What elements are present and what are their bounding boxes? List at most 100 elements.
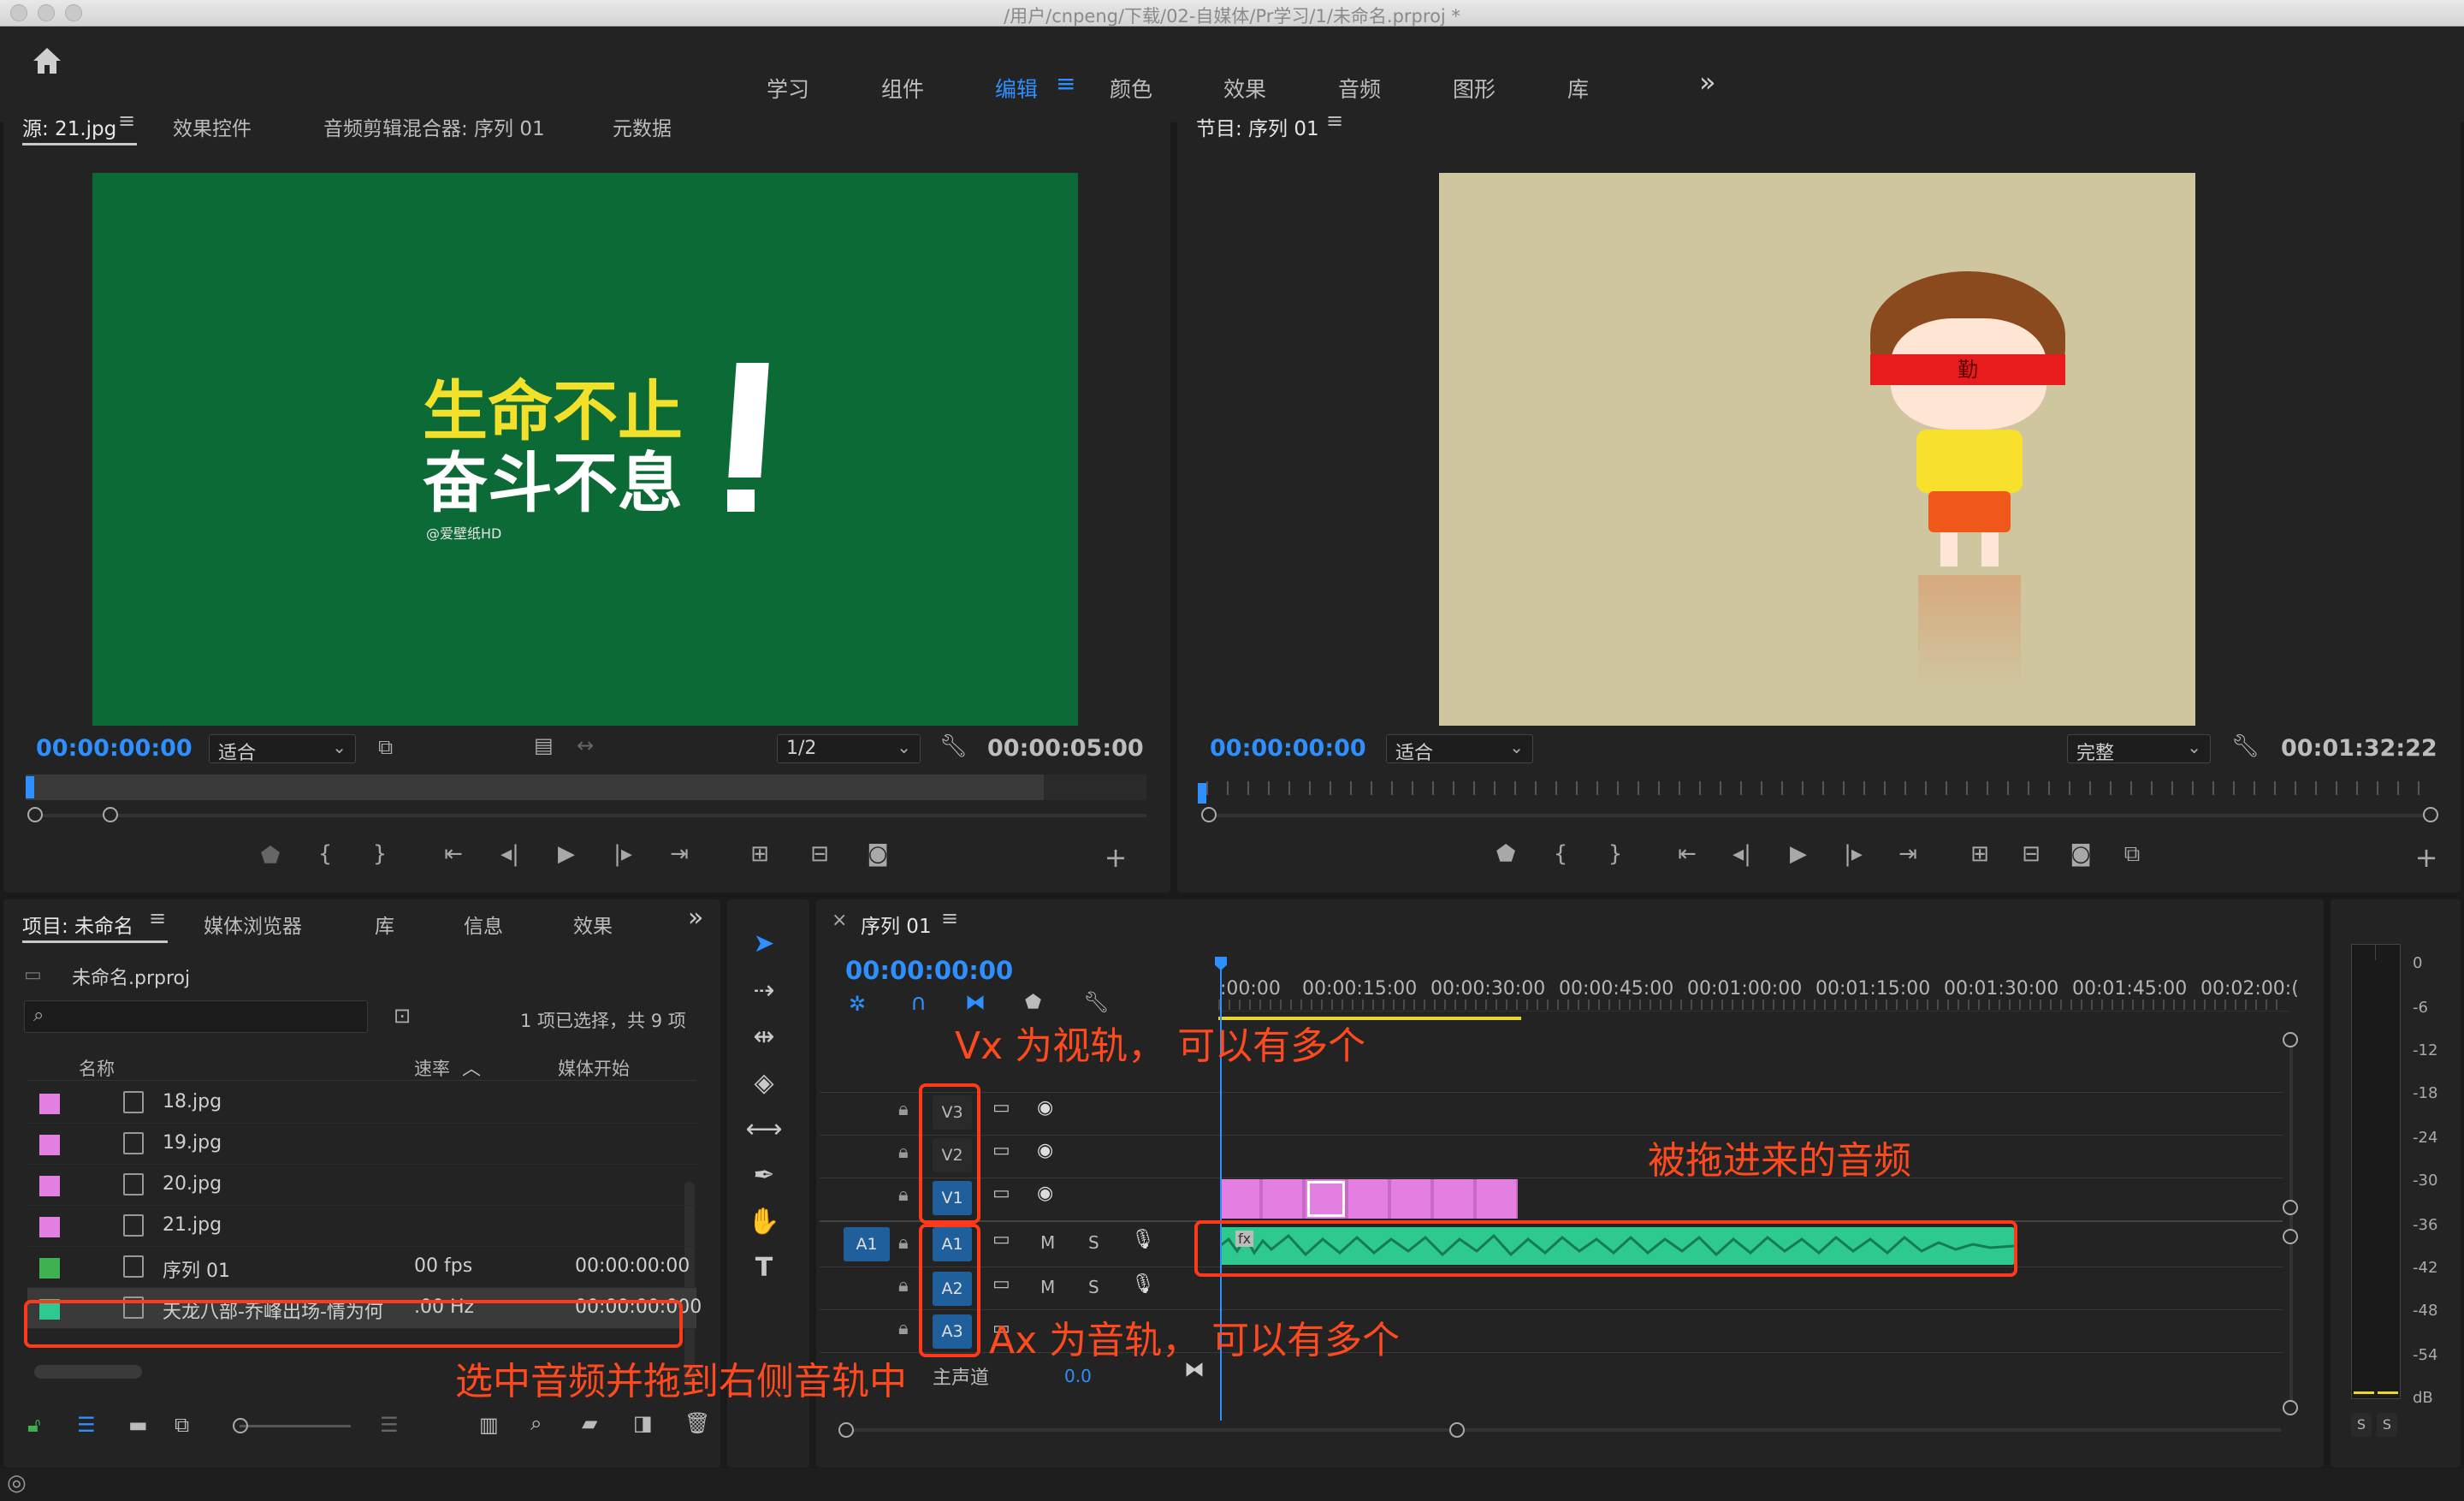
panel-menu-icon[interactable]: ≡ [941,906,958,930]
timeline-timecode[interactable]: 00:00:00:00 [845,956,1013,985]
lock-icon[interactable]: 🔒︎ [898,1318,909,1339]
creative-cloud-icon[interactable]: ◎ [7,1470,27,1496]
new-bin-icon[interactable]: ▰ [582,1411,597,1435]
track-select-tool-icon[interactable]: ⇢ [741,976,787,1018]
add-button-icon[interactable]: + [1099,841,1133,874]
source-patch-a1[interactable]: A1 [844,1227,890,1261]
vertical-zoom-bar[interactable] [2289,1041,2293,1414]
add-button-icon[interactable]: + [2409,841,2443,874]
workspace-overflow-icon[interactable]: » [1699,66,1716,98]
snap-icon[interactable]: ∩ [910,990,927,1016]
source-playhead[interactable] [26,776,34,798]
column-rate[interactable]: 速率 [414,1055,450,1081]
export-frame-icon[interactable]: ▤ [534,733,554,757]
program-ruler[interactable] [1206,781,2430,795]
camera-icon[interactable]: ◙ [861,841,895,867]
step-back-icon[interactable]: ◂| [493,841,527,867]
label-color-swatch[interactable] [39,1176,60,1196]
extract-icon[interactable]: ⊟ [2014,841,2048,867]
label-color-swatch[interactable] [39,1094,60,1114]
lock-icon[interactable]: 🔒︎ [898,1142,909,1163]
source-fit-dropdown[interactable]: 适合 ⌄ [209,734,356,764]
lock-icon[interactable]: 🔒︎ [898,1232,909,1254]
sync-lock-icon[interactable]: ▭ [992,1140,1010,1161]
video-clips-v1[interactable] [1220,1179,1518,1219]
lock-icon[interactable]: 🔓︎ [27,1413,41,1437]
go-to-out-icon[interactable]: ⇥ [662,841,696,867]
freeform-view-icon[interactable]: ⧉ [175,1413,189,1437]
source-resolution-dropdown[interactable]: 1/2 ⌄ [777,734,921,763]
project-list-item[interactable]: 19.jpg [27,1124,696,1165]
mark-in-icon[interactable]: { [1543,841,1578,867]
workspace-menu-icon[interactable]: ≡ [1056,69,1075,98]
tab-info[interactable]: 信息 [464,910,503,939]
scroll-handle[interactable] [2283,1200,2298,1215]
trash-icon[interactable]: 🗑︎ [684,1411,710,1435]
sort-icon[interactable]: ☰ [380,1413,399,1437]
scroll-handle[interactable] [1449,1422,1465,1438]
step-forward-icon[interactable]: |▸ [1836,841,1870,867]
scroll-handle[interactable] [2283,1032,2298,1047]
sync-lock-icon[interactable]: ▭ [992,1097,1010,1118]
mute-button[interactable]: M [1040,1232,1055,1253]
project-list-item[interactable]: 20.jpg [27,1165,696,1206]
pen-tool-icon[interactable]: ✒ [741,1160,787,1203]
program-playhead[interactable] [1198,783,1206,804]
eye-icon[interactable]: ◉ [1037,1183,1053,1204]
workspace-tab-learn[interactable]: 学习 [767,73,809,104]
tab-program[interactable]: 节目: 序列 01 [1196,112,1319,141]
mark-in-icon[interactable]: { [308,841,342,867]
tab-effects[interactable]: 效果 [573,910,613,939]
workspace-tab-assembly[interactable]: 组件 [881,73,924,104]
add-marker-icon[interactable]: ⬟ [253,843,287,869]
workspace-tab-editing[interactable]: 编辑 [995,73,1038,104]
solo-left-button[interactable]: S [2351,1413,2372,1437]
new-search-bin-icon[interactable]: ⊡ [394,1004,411,1028]
play-icon[interactable]: ▶ [1781,841,1815,867]
project-search-input[interactable]: ⌕ [24,1000,368,1033]
wrench-icon[interactable]: 🔧︎ [2231,733,2260,759]
sync-lock-icon[interactable]: ▭ [992,1183,1010,1204]
mark-out-icon[interactable]: } [363,841,397,867]
razor-tool-icon[interactable]: ◈ [741,1068,787,1111]
column-media-start[interactable]: 媒体开始 [558,1055,630,1081]
program-fit-dropdown[interactable]: 适合 ⌄ [1386,734,1533,764]
source-timecode[interactable]: 00:00:00:00 [36,735,192,762]
nest-toggle-icon[interactable]: ✲ [849,992,866,1016]
mute-button[interactable]: M [1040,1277,1055,1297]
lift-icon[interactable]: ⊞ [1963,841,1997,867]
overflow-icon[interactable]: » [688,903,703,933]
go-to-in-icon[interactable]: ⇤ [436,841,471,867]
zoom-handle-left[interactable] [1201,807,1217,822]
zoom-slider[interactable] [240,1425,351,1427]
ripple-edit-tool-icon[interactable]: ⇹ [741,1022,787,1065]
hand-tool-icon[interactable]: ✋ [741,1207,787,1249]
comparison-view-icon[interactable]: ⧉ [2115,841,2149,868]
scroll-handle[interactable] [838,1422,854,1438]
program-zoom-bar[interactable] [1208,814,2431,817]
workspace-tab-color[interactable]: 颜色 [1110,73,1152,104]
solo-right-button[interactable]: S [2377,1413,2397,1437]
workspace-tab-libraries[interactable]: 库 [1567,73,1589,104]
panel-menu-icon[interactable]: ≡ [1326,109,1343,133]
zoom-handle-left[interactable] [27,807,43,822]
column-name[interactable]: 名称 [79,1055,115,1081]
list-view-icon[interactable]: ☰ [77,1413,96,1437]
sort-ascending-icon[interactable]: ︿ [462,1053,481,1081]
tab-sequence[interactable]: 序列 01 [861,910,932,939]
project-list-item[interactable]: 18.jpg [27,1083,696,1124]
workspace-tab-audio[interactable]: 音频 [1338,73,1381,104]
type-tool-icon[interactable]: T [741,1253,787,1296]
microphone-icon[interactable]: 🎙︎ [1131,1273,1155,1295]
close-tab-icon[interactable]: × [832,910,847,931]
scroll-handle[interactable] [2283,1400,2298,1415]
lock-icon[interactable]: 🔒︎ [898,1184,909,1206]
mark-out-icon[interactable]: } [1598,841,1632,867]
tab-media-browser[interactable]: 媒体浏览器 [204,910,302,939]
add-marker-icon[interactable]: ⬟ [1489,841,1523,867]
microphone-icon[interactable]: 🎙︎ [1131,1229,1155,1250]
new-item-icon[interactable]: ◨ [633,1411,653,1435]
zoom-slider-handle[interactable] [233,1418,248,1433]
zoom-handle-right[interactable] [2423,807,2438,822]
tab-effect-controls[interactable]: 效果控件 [173,112,252,141]
